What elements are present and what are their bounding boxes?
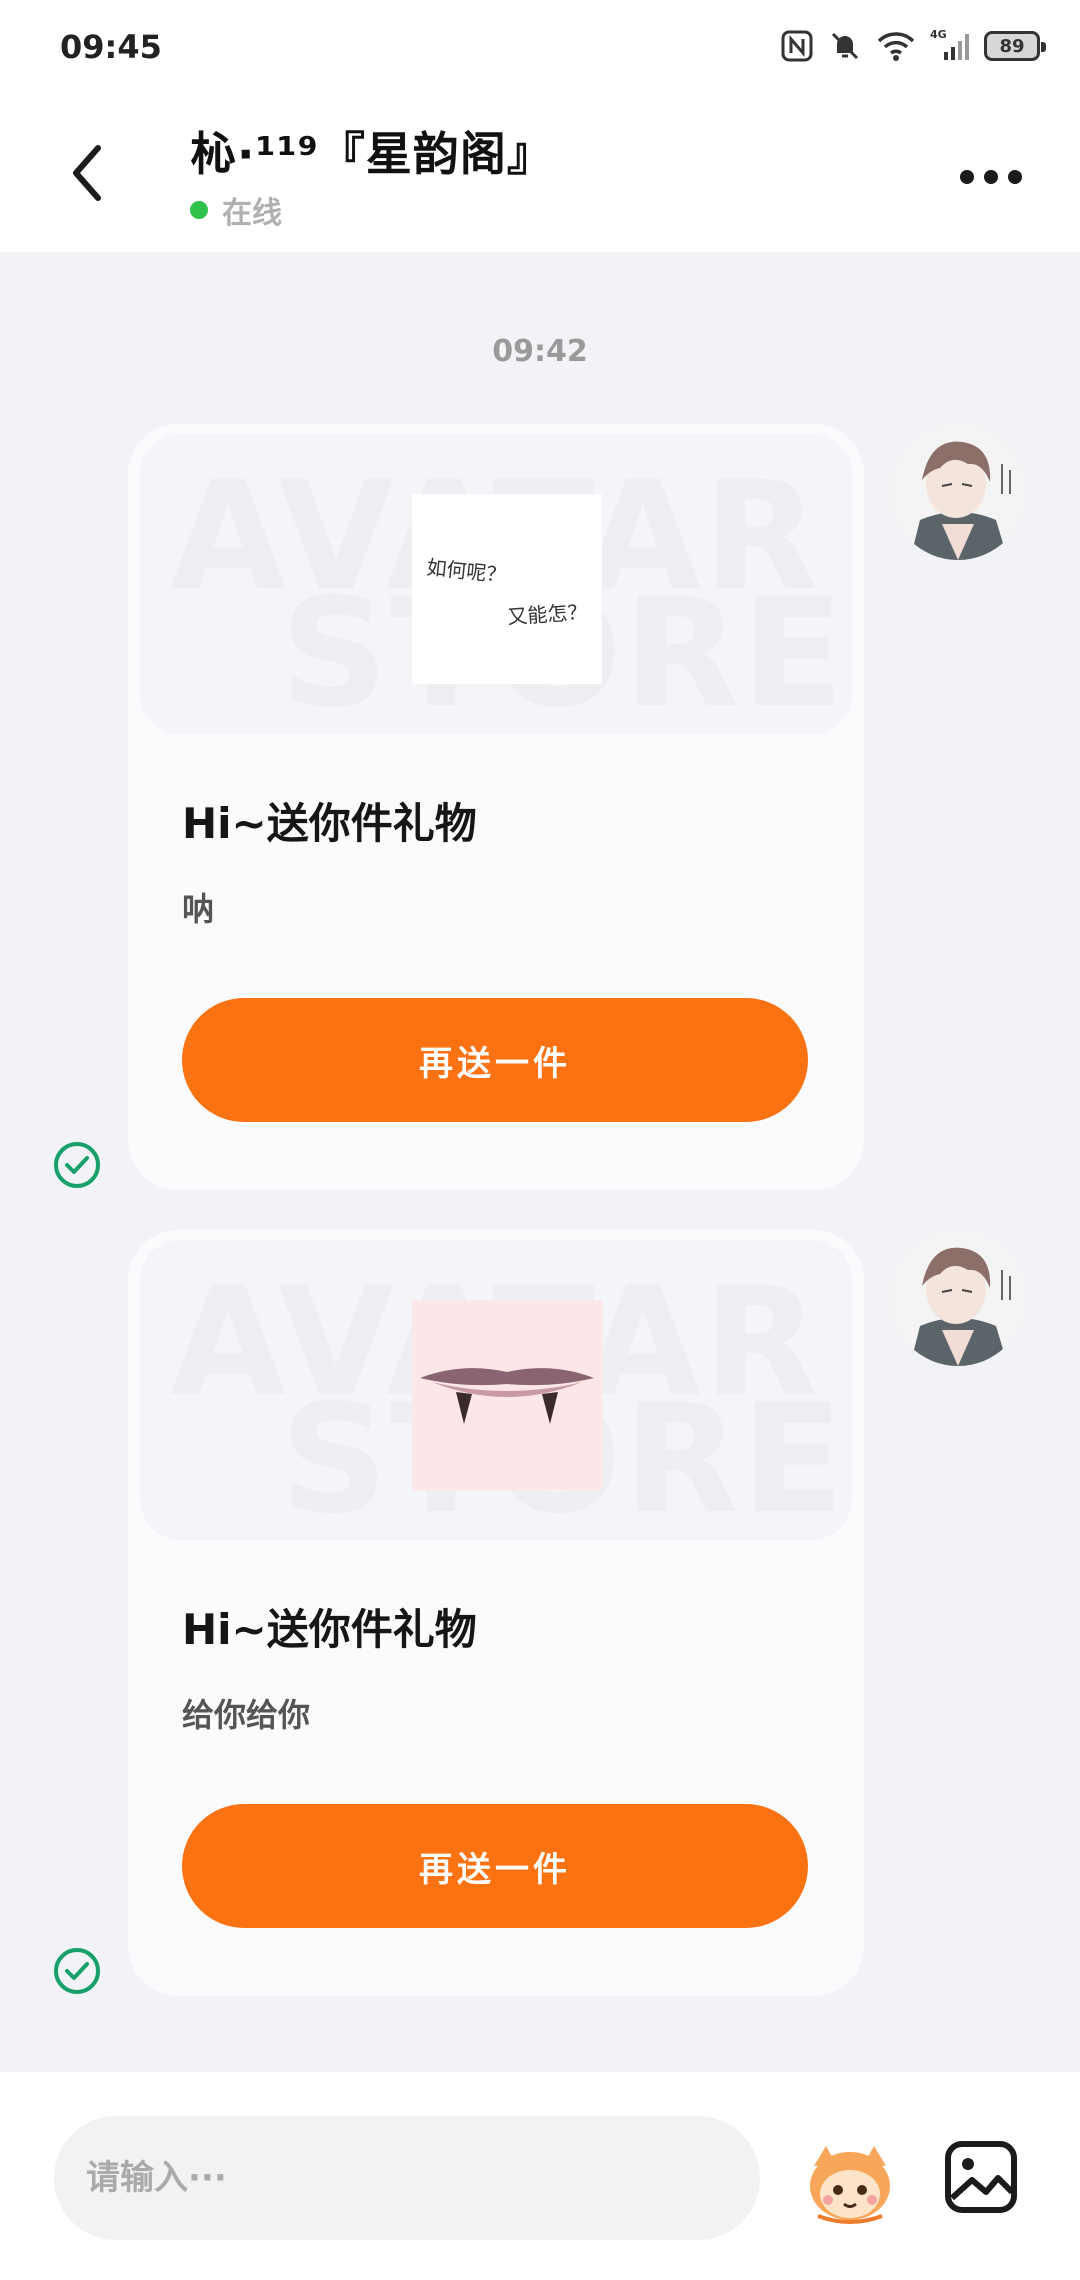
network-type-label: 4G [930, 28, 947, 41]
chat-title: 杺·¹¹⁹『星韵阁』 [190, 127, 554, 181]
gift-image-area: AVATAR STORE [140, 1240, 852, 1540]
fangs-art [412, 1300, 602, 1490]
gift-image[interactable] [412, 1300, 602, 1490]
gift-message-card: AVATAR STORE 如何呢？ 又能怎？ Hi~送你件礼物 呐 再送一件 [128, 424, 864, 1190]
back-button[interactable] [62, 138, 118, 208]
composer-bar [0, 2072, 1080, 2280]
gift-card-title: Hi~送你件礼物 [182, 1605, 477, 1654]
back-arrow-icon [73, 145, 101, 201]
gift-image-area: AVATAR STORE 如何呢？ 又能怎？ [140, 434, 852, 734]
signal-icon: 4G [930, 28, 969, 60]
gift-card-text: 呐 [182, 890, 215, 928]
presence-status: 在线 [190, 188, 282, 232]
battery-level: 89 [999, 35, 1025, 57]
avatar[interactable] [890, 1230, 1026, 1366]
mascot-button[interactable] [800, 2136, 900, 2226]
more-icon [960, 170, 974, 184]
avatar-art [890, 1230, 1026, 1366]
status-bar: 09:45 4G 89 [0, 0, 1080, 92]
image-button[interactable] [944, 2140, 1018, 2214]
nfc-icon [781, 30, 813, 62]
send-another-button[interactable]: 再送一件 [182, 1804, 808, 1928]
gift-card-text: 给你给你 [182, 1696, 311, 1734]
wifi-icon [877, 32, 915, 61]
more-icon-dot [984, 170, 998, 184]
status-time: 09:45 [60, 28, 162, 66]
message-timestamp: 09:42 [492, 334, 588, 369]
battery-icon: 89 [984, 31, 1046, 61]
status-icons: 4G 89 [780, 24, 1046, 68]
send-another-button[interactable]: 再送一件 [182, 998, 808, 1122]
sent-check-icon [54, 1948, 100, 1994]
gift-message-card: AVATAR STORE Hi~送你件礼物 给你给你 再送一件 [128, 1230, 864, 1996]
more-icon-dot [1008, 170, 1022, 184]
gift-card-title: Hi~送你件礼物 [182, 799, 477, 848]
more-button[interactable] [960, 166, 1024, 188]
chat-header: 杺·¹¹⁹『星韵阁』 在线 [0, 92, 1080, 252]
mascot-icon [810, 2146, 890, 2224]
message-input[interactable] [54, 2116, 760, 2240]
online-dot [190, 201, 208, 219]
gift-image-art: 如何呢？ 又能怎？ [412, 494, 602, 684]
presence-text: 在线 [222, 196, 282, 231]
avatar[interactable] [890, 424, 1026, 560]
image-icon [945, 2141, 1017, 2213]
sent-check-icon [54, 1142, 100, 1188]
mute-icon [831, 32, 859, 60]
avatar-art [890, 424, 1026, 560]
gift-image[interactable]: 如何呢？ 又能怎？ [412, 494, 602, 684]
